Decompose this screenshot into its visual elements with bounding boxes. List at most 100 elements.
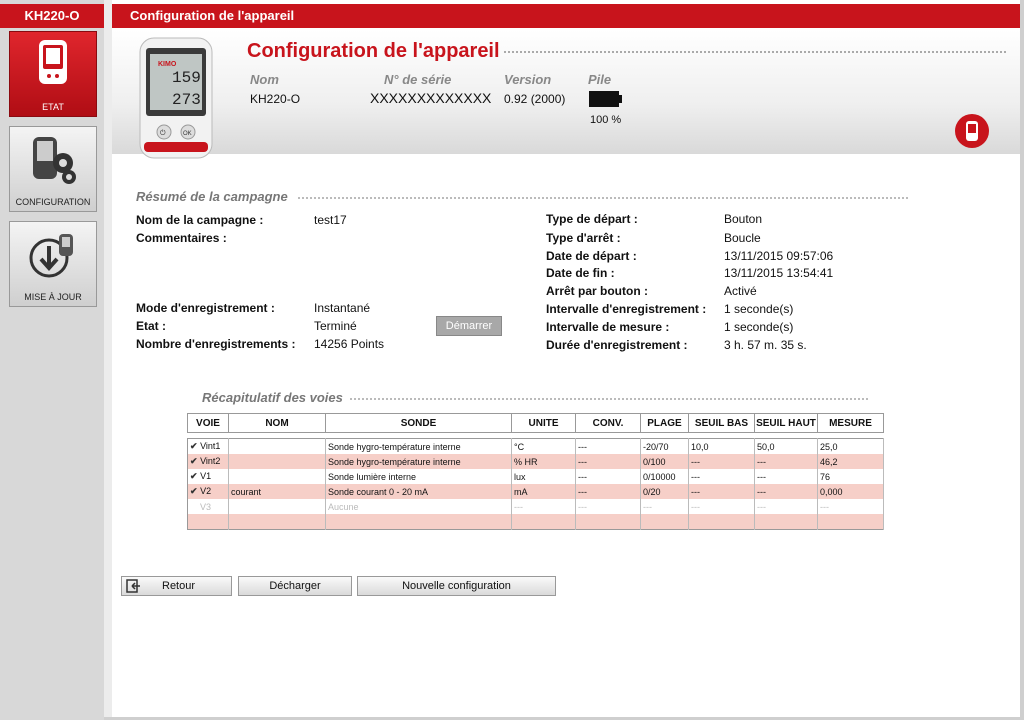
- channel-measure: 46,2: [817, 454, 884, 469]
- nav-configuration-label: CONFIGURATION: [15, 197, 91, 207]
- channel-range: 0/100: [640, 454, 689, 469]
- channel-cell: ✔ V1: [187, 469, 229, 484]
- nav-update-button[interactable]: MISE À JOUR: [9, 221, 97, 307]
- channel-conv: [575, 514, 641, 530]
- channel-measure: ---: [817, 499, 884, 514]
- channel-range: [640, 514, 689, 530]
- channel-high-threshold: ---: [754, 499, 818, 514]
- count-label: Nombre d'enregistrements :: [136, 337, 296, 351]
- channel-measure: 25,0: [817, 438, 884, 454]
- download-button[interactable]: Décharger: [238, 576, 352, 596]
- device-display-top: 159: [172, 69, 201, 87]
- header-nom[interactable]: NOM: [228, 413, 326, 433]
- channel-conv: ---: [575, 499, 641, 514]
- nav-etat-button[interactable]: ETAT: [9, 31, 97, 117]
- header-unite[interactable]: UNITE: [511, 413, 576, 433]
- header-seuil-haut[interactable]: SEUIL HAUT: [754, 413, 818, 433]
- channel-high-threshold: [754, 514, 818, 530]
- channel-high-threshold: ---: [754, 469, 818, 484]
- channel-measure: 0,000: [817, 484, 884, 499]
- duration-label: Durée d'enregistrement :: [546, 338, 688, 352]
- header-conv[interactable]: CONV.: [575, 413, 641, 433]
- channel-range: ---: [640, 499, 689, 514]
- start-type-value: Bouton: [724, 212, 763, 226]
- stop-type-label: Type d'arrêt :: [546, 231, 621, 245]
- header-plage[interactable]: PLAGE: [640, 413, 689, 433]
- state-label: Etat :: [136, 319, 166, 333]
- channel-conv: ---: [575, 484, 641, 499]
- device-status-icon[interactable]: [955, 114, 989, 148]
- page-title: Configuration de l'appareil: [247, 40, 500, 62]
- nav-configuration-button[interactable]: CONFIGURATION: [9, 126, 97, 212]
- channel-low-threshold: ---: [688, 454, 755, 469]
- state-value: Terminé: [314, 319, 357, 333]
- channel-cell: [187, 514, 229, 530]
- window-title-bar: Configuration de l'appareil: [112, 4, 1020, 28]
- stop-button-value: Activé: [724, 284, 757, 298]
- back-button[interactable]: Retour: [121, 576, 232, 596]
- channel-id: V3: [200, 501, 212, 512]
- end-date-value: 13/11/2015 13:54:41: [724, 266, 834, 280]
- version-label: Version: [504, 72, 552, 87]
- start-button[interactable]: Démarrer: [436, 316, 502, 336]
- table-row[interactable]: V3 Aucune --- --- --- --- --- ---: [187, 499, 884, 514]
- channels-section-divider: [350, 398, 868, 400]
- channel-name: [228, 438, 326, 454]
- comments-label: Commentaires :: [136, 231, 227, 245]
- battery-percent: 100 %: [590, 114, 622, 126]
- stop-type-value: Boucle: [724, 231, 761, 245]
- table-row[interactable]: ✔ Vint1 Sonde hygro-température interne …: [187, 438, 884, 454]
- meas-interval-label: Intervalle de mesure :: [546, 320, 670, 334]
- table-row[interactable]: ✔ V1 Sonde lumière interne lux --- 0/100…: [187, 469, 884, 484]
- device-model-label: KH220-O: [0, 4, 104, 28]
- version-value: 0.92 (2000): [504, 92, 566, 106]
- channel-unit: mA: [511, 484, 576, 499]
- start-type-label: Type de départ :: [546, 212, 638, 226]
- table-row[interactable]: ✔ Vint2 Sonde hygro-température interne …: [187, 454, 884, 469]
- title-divider: [504, 51, 1006, 53]
- channel-cell: ✔ V2: [187, 484, 229, 499]
- channel-high-threshold: ---: [754, 454, 818, 469]
- header-sonde[interactable]: SONDE: [325, 413, 512, 433]
- header-voie[interactable]: VOIE: [187, 413, 229, 433]
- count-value: 14256 Points: [314, 337, 385, 351]
- end-date-label: Date de fin :: [546, 266, 615, 280]
- channel-low-threshold: ---: [688, 469, 755, 484]
- channel-id: V1: [200, 471, 212, 481]
- channel-low-threshold: ---: [688, 484, 755, 499]
- device-icon: [39, 40, 67, 84]
- sidebar-separator: [104, 0, 112, 720]
- device-button-right: OK: [183, 131, 192, 137]
- campaign-section-divider: [298, 197, 908, 199]
- campaign-name-label: Nom de la campagne :: [136, 213, 264, 227]
- channel-unit: [511, 514, 576, 530]
- channel-measure: [817, 514, 884, 530]
- channel-cell: ✔ Vint1: [187, 438, 229, 454]
- checkmark-icon[interactable]: ✔: [190, 471, 198, 481]
- rec-interval-value: 1 seconde(s): [724, 302, 794, 316]
- duration-value: 3 h. 57 m. 35 s.: [724, 338, 807, 352]
- table-row[interactable]: ✔ V2 courant Sonde courant 0 - 20 mA mA …: [187, 484, 884, 499]
- table-row[interactable]: [187, 514, 884, 530]
- header-seuil-bas[interactable]: SEUIL BAS: [688, 413, 755, 433]
- header-mesure[interactable]: MESURE: [817, 413, 884, 433]
- channel-probe: Sonde courant 0 - 20 mA: [325, 484, 512, 499]
- checkmark-icon[interactable]: ✔: [190, 486, 198, 496]
- campaign-name-value: test17: [314, 213, 347, 227]
- start-date-value: 13/11/2015 09:57:06: [724, 249, 834, 263]
- channel-cell: ✔ Vint2: [187, 454, 229, 469]
- channel-range: -20/70: [640, 438, 689, 454]
- mode-value: Instantané: [314, 301, 371, 315]
- checkmark-icon[interactable]: ✔: [190, 441, 198, 451]
- channel-cell: V3: [187, 499, 229, 514]
- nav-etat-label: ETAT: [42, 102, 64, 112]
- stop-button-label: Arrêt par bouton :: [546, 284, 648, 298]
- channels-table: ✔ Vint1 Sonde hygro-température interne …: [187, 438, 884, 530]
- checkmark-icon[interactable]: ✔: [190, 456, 198, 466]
- channel-id: Vint1: [200, 441, 221, 451]
- channel-probe: Sonde hygro-température interne: [325, 454, 512, 469]
- campaign-section-title: Résumé de la campagne: [136, 189, 288, 204]
- channel-unit: % HR: [511, 454, 576, 469]
- channel-id: Vint2: [200, 456, 221, 466]
- new-configuration-button[interactable]: Nouvelle configuration: [357, 576, 556, 596]
